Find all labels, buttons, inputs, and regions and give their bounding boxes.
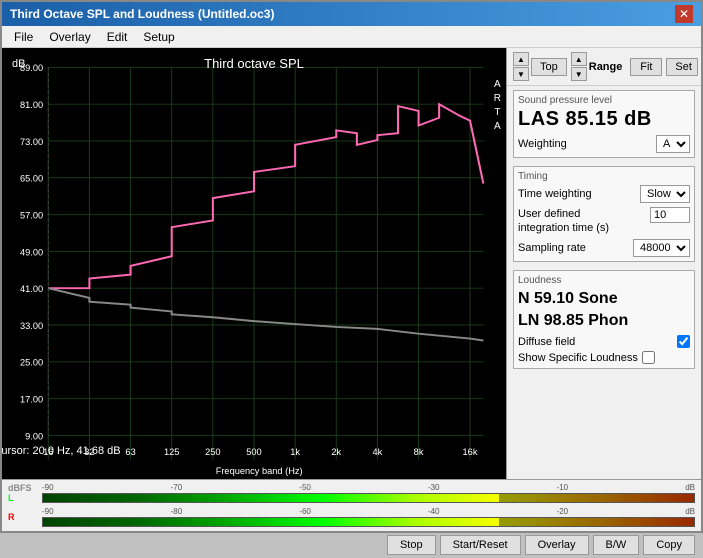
top-button[interactable]: Top (531, 58, 567, 76)
diffuse-checkbox[interactable] (677, 335, 690, 348)
specific-checkbox[interactable] (642, 351, 655, 364)
svg-text:1k: 1k (290, 447, 300, 457)
fit-button[interactable]: Fit (630, 58, 662, 76)
dbfs-r-label: R (8, 512, 38, 522)
weighting-select[interactable]: A C Z (656, 135, 690, 153)
chart-svg: 89.00 81.00 73.00 65.00 57.00 49.00 41.0… (2, 48, 506, 479)
integration-label: User defined integration time (s) (518, 207, 623, 236)
overlay-button[interactable]: Overlay (525, 535, 589, 555)
svg-text:9.00: 9.00 (25, 432, 43, 442)
chart-cursor: Cursor: 20.0 Hz, 41.68 dB (2, 445, 121, 457)
range-down-arrow[interactable]: ▼ (571, 67, 587, 81)
specific-label: Show Specific Loudness (518, 352, 638, 364)
top-ctrl-group: ▲ ▼ Top (513, 52, 567, 81)
svg-text:49.00: 49.00 (20, 248, 43, 258)
timing-section-title: Timing (518, 171, 690, 182)
svg-text:2k: 2k (331, 447, 341, 457)
integration-input[interactable] (650, 207, 690, 223)
top-down-arrow[interactable]: ▼ (513, 67, 529, 81)
time-weighting-select[interactable]: Slow Fast (640, 185, 690, 203)
svg-text:8k: 8k (414, 447, 424, 457)
svg-text:250: 250 (205, 447, 220, 457)
dbfs-l-level (499, 494, 694, 502)
svg-text:125: 125 (164, 447, 179, 457)
dbfs-l-label: dBFS L (8, 483, 38, 503)
menu-bar: File Overlay Edit Setup (2, 26, 701, 48)
diffuse-row: Diffuse field (518, 335, 690, 348)
main-content: dB Third octave SPL ARTA (2, 48, 701, 479)
svg-text:81.00: 81.00 (20, 100, 43, 110)
action-buttons: Stop Start/Reset Overlay B/W Copy (2, 532, 701, 558)
dbfs-r-level (499, 518, 694, 526)
svg-text:16k: 16k (463, 447, 478, 457)
set-button[interactable]: Set (666, 58, 698, 76)
start-reset-button[interactable]: Start/Reset (440, 535, 521, 555)
svg-text:33.00: 33.00 (20, 321, 43, 331)
top-controls: ▲ ▼ Top ▲ ▼ Range Fit Set (507, 48, 701, 86)
time-weighting-label: Time weighting (518, 188, 592, 200)
chart-ylabel: dB (12, 58, 25, 70)
stop-button[interactable]: Stop (387, 535, 436, 555)
dbfs-l-row: dBFS L -90-70-50-30-10dB (2, 480, 701, 506)
weighting-label: Weighting (518, 138, 567, 150)
timing-section: Timing Time weighting Slow Fast User def… (513, 166, 695, 262)
dbfs-l-marks: -90-70-50-30-10dB (42, 483, 695, 492)
range-ctrl-group: ▲ ▼ Range (571, 52, 627, 81)
window-title: Third Octave SPL and Loudness (Untitled.… (10, 7, 274, 21)
loudness-phon: LN 98.85 Phon (518, 310, 690, 332)
dbfs-l-bar (42, 493, 695, 503)
bw-button[interactable]: B/W (593, 535, 640, 555)
main-window: Third Octave SPL and Loudness (Untitled.… (0, 0, 703, 533)
bottom-bar: dBFS L -90-70-50-30-10dB R -90-80-60-40-… (2, 479, 701, 531)
svg-text:500: 500 (246, 447, 261, 457)
svg-text:25.00: 25.00 (20, 358, 43, 368)
range-arrows: ▲ ▼ (571, 52, 587, 81)
svg-text:63: 63 (125, 447, 135, 457)
dbfs-r-bar (42, 517, 695, 527)
dbfs-r-container: -90-80-60-40-20dB (42, 507, 695, 527)
svg-text:Frequency band (Hz): Frequency band (Hz) (216, 466, 303, 476)
svg-text:65.00: 65.00 (20, 174, 43, 184)
title-bar: Third Octave SPL and Loudness (Untitled.… (2, 2, 701, 26)
top-arrows: ▲ ▼ (513, 52, 529, 81)
svg-text:57.00: 57.00 (20, 211, 43, 221)
loudness-sone: N 59.10 Sone (518, 288, 690, 310)
menu-overlay[interactable]: Overlay (41, 28, 98, 45)
svg-text:4k: 4k (373, 447, 383, 457)
loudness-section-title: Loudness (518, 275, 690, 286)
sampling-select[interactable]: 48000 44100 (633, 239, 690, 257)
svg-text:17.00: 17.00 (20, 395, 43, 405)
dbfs-l-container: -90-70-50-30-10dB (42, 483, 695, 503)
weighting-row: Weighting A C Z (518, 135, 690, 153)
range-up-arrow[interactable]: ▲ (571, 52, 587, 66)
svg-text:41.00: 41.00 (20, 284, 43, 294)
close-button[interactable]: ✕ (675, 5, 693, 23)
spl-value: LAS 85.15 dB (518, 108, 690, 131)
spl-section: Sound pressure level LAS 85.15 dB Weight… (513, 90, 695, 158)
chart-title: Third octave SPL (204, 56, 304, 71)
dbfs-r-marks: -90-80-60-40-20dB (42, 507, 695, 516)
dbfs-r-row: R -90-80-60-40-20dB (2, 506, 701, 530)
menu-edit[interactable]: Edit (99, 28, 136, 45)
diffuse-label: Diffuse field (518, 336, 575, 348)
menu-setup[interactable]: Setup (135, 28, 182, 45)
top-up-arrow[interactable]: ▲ (513, 52, 529, 66)
range-label: Range (589, 61, 623, 73)
specific-row: Show Specific Loudness (518, 351, 690, 364)
right-panel: ▲ ▼ Top ▲ ▼ Range Fit Set Sound pressu (506, 48, 701, 479)
sampling-label: Sampling rate (518, 242, 586, 254)
menu-file[interactable]: File (6, 28, 41, 45)
integration-row: User defined integration time (s) (518, 207, 690, 236)
time-weighting-row: Time weighting Slow Fast (518, 185, 690, 203)
svg-text:73.00: 73.00 (20, 137, 43, 147)
loudness-section: Loudness N 59.10 Sone LN 98.85 Phon Diff… (513, 270, 695, 370)
spl-section-title: Sound pressure level (518, 95, 690, 106)
copy-button[interactable]: Copy (643, 535, 695, 555)
chart-area: dB Third octave SPL ARTA (2, 48, 506, 479)
arta-label: ARTA (494, 78, 501, 134)
sampling-row: Sampling rate 48000 44100 (518, 239, 690, 257)
